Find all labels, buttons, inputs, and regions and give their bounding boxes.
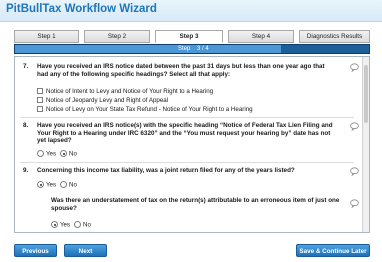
option-label: No [69,150,77,158]
subquestion-understatement: Was there an understatement of tax on th… [51,197,346,213]
checkbox[interactable] [37,106,43,112]
help-speech-icon[interactable] [350,122,359,131]
sub-yes-radio[interactable] [51,221,58,228]
next-button[interactable]: Next [64,244,107,257]
step-tabs: Step 1 Step 2 Step 3 Step 4 Diagnostics … [14,30,370,43]
option-label: Yes [46,150,57,158]
window-titlebar: PitBullTax Workflow Wizard [0,0,382,22]
progress-step-text: 3 / 4 [197,46,209,52]
subquestion-text: Was there an understatement of tax on th… [51,197,340,212]
divider [20,162,354,163]
progress-label: Step [178,46,191,52]
q9-yes-option[interactable]: Yes [37,181,56,190]
tab-step-4[interactable]: Step 4 [228,30,294,43]
window-title: PitBullTax Workflow Wizard [6,3,157,15]
question-9-text: Concerning this income tax liability, wa… [37,167,295,174]
checkbox[interactable] [37,88,43,94]
progress-bar: Step 3 / 4 [14,44,370,54]
previous-button[interactable]: Previous [14,244,57,257]
help-speech-icon[interactable] [350,167,359,176]
option-label: Notice of Intent to Levy and Notice of Y… [46,88,214,95]
question-8-text: Have you received an IRS notice(s) with … [37,122,333,145]
question-7-text: Have you received an IRS notice dated be… [37,63,325,78]
q8-yes-radio[interactable] [37,150,44,157]
scrollbar-thumb[interactable] [364,65,368,123]
help-speech-icon[interactable] [350,63,359,72]
question-7: 7. Have you received an IRS notice dated… [23,63,343,87]
progress-fill [15,45,281,53]
save-continue-later-button[interactable]: Save & Continue Later [296,244,370,257]
option-state-refund-levy[interactable]: Notice of Levy on Your State Tax Refund … [37,106,253,114]
vertical-scrollbar[interactable] [362,57,369,232]
option-intent-to-levy[interactable]: Notice of Intent to Levy and Notice of Y… [37,88,213,96]
q8-yes-option[interactable]: Yes [37,150,56,159]
q9-no-option[interactable]: No [60,181,77,190]
tab-step-1[interactable]: Step 1 [14,30,79,43]
q8-no-option[interactable]: No [60,150,77,159]
option-label: Yes [60,221,71,229]
option-label: No [69,181,77,189]
tab-diagnostics-results[interactable]: Diagnostics Results [299,30,370,43]
question-7-number: 7. [23,63,29,70]
checkbox[interactable] [37,97,43,103]
option-label: No [83,221,91,229]
help-speech-icon[interactable] [350,199,359,208]
option-jeopardy-levy[interactable]: Notice of Jeopardy Levy and Right of App… [37,97,168,105]
question-8: 8. Have you received an IRS notice(s) wi… [23,122,343,146]
sub-no-option[interactable]: No [74,221,91,230]
q8-no-radio[interactable] [60,150,67,157]
option-label: Yes [46,181,57,189]
sub-no-radio[interactable] [74,221,81,228]
questions-panel: 7. Have you received an IRS notice dated… [14,56,370,233]
q9-no-radio[interactable] [60,181,67,188]
option-label: Notice of Jeopardy Levy and Right of App… [46,97,169,104]
question-9-number: 9. [23,167,29,174]
tab-step-3[interactable]: Step 3 [155,30,223,43]
divider [20,117,354,118]
option-label: Notice of Levy on Your State Tax Refund … [46,106,253,113]
q9-yes-radio[interactable] [37,181,44,188]
tab-step-2[interactable]: Step 2 [84,30,150,43]
sub-yes-option[interactable]: Yes [51,221,70,230]
question-8-number: 8. [23,122,29,129]
question-9: 9. Concerning this income tax liability,… [23,167,343,177]
